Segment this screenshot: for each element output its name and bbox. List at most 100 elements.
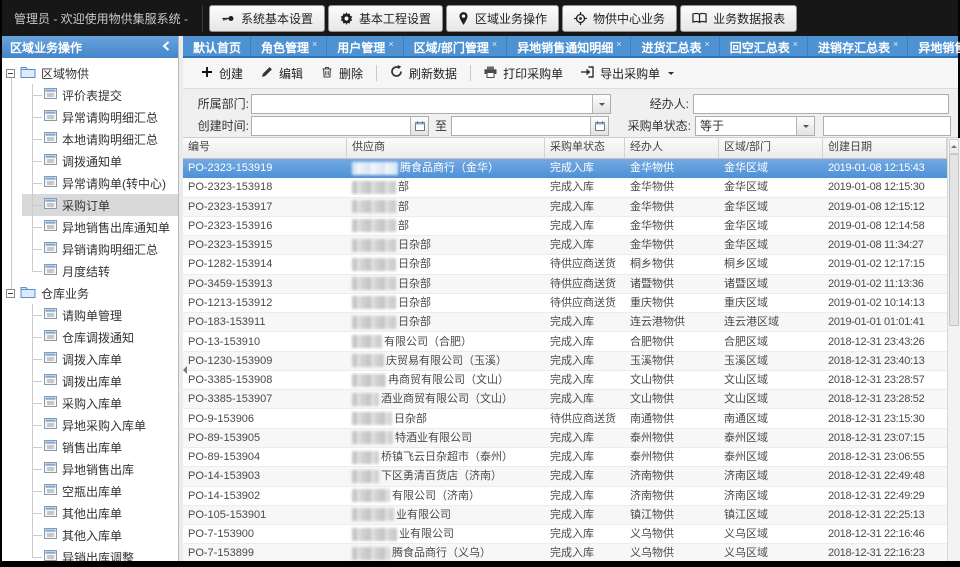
vertical-scrollbar[interactable] [947, 138, 960, 561]
sidebar-item[interactable]: 仓库调拨通知 [2, 326, 178, 348]
calendar-icon[interactable] [590, 117, 608, 135]
sidebar-item[interactable]: 销售出库单 [2, 436, 178, 458]
table-row[interactable]: PO-183-153911 日杂部 完成入库 连云港物供 连云港区域 2019-… [183, 313, 947, 332]
table-row[interactable]: PO-1230-153909 庆贸易有限公司（玉溪） 完成入库 玉溪物供 玉溪区… [183, 352, 947, 371]
tab[interactable]: 区域/部门管理 × [404, 36, 508, 56]
table-row[interactable]: PO-89-153904 桥镇飞云日杂超市（泰州） 完成入库 泰州物供 泰州区域… [183, 448, 947, 467]
table-row[interactable]: PO-7-153899 腾食品商行（义乌） 完成入库 义乌物供 义乌区域 201… [183, 544, 947, 561]
tab[interactable]: 回空汇总表 × [720, 36, 808, 56]
sidebar-item[interactable]: 异常请购单(转中心) [2, 172, 178, 194]
sidebar-item[interactable]: 调拨出库单 [2, 370, 178, 392]
chevron-left-icon[interactable] [162, 40, 170, 54]
print-po-button[interactable]: 打印采购单 [475, 61, 572, 85]
sidebar-item[interactable]: 异地采购入库单 [2, 414, 178, 436]
refresh-button[interactable]: 刷新数据 [381, 61, 466, 85]
tab-close-icon[interactable]: × [893, 39, 898, 49]
scrollbar-thumb[interactable] [949, 154, 959, 326]
tab-close-icon[interactable]: × [616, 39, 621, 49]
status-value-input[interactable] [824, 117, 950, 135]
table-row[interactable]: PO-1282-153914 日杂部 待供应商送货 桐乡物供 桐乡区域 2019… [183, 255, 947, 274]
dropdown-arrow-icon[interactable] [592, 95, 610, 113]
system-basic-settings-button[interactable]: 系统基本设置 [209, 5, 325, 32]
sidebar-item[interactable]: 评价表提交 [2, 84, 178, 106]
tab-close-icon[interactable]: × [492, 39, 497, 49]
operator-field[interactable] [693, 94, 949, 114]
scroll-up-icon[interactable] [949, 139, 959, 154]
tab[interactable]: 进货汇总表 × [631, 36, 719, 56]
column-header[interactable]: 供应商 [347, 138, 545, 158]
sidebar-item[interactable]: 空瓶出库单 [2, 480, 178, 502]
sidebar-item[interactable]: 本地请购明细汇总 [2, 128, 178, 150]
collapse-minus-icon[interactable] [6, 289, 15, 298]
sidebar-item[interactable]: 其他出库单 [2, 502, 178, 524]
table-row[interactable]: PO-14-153903 下区勇清百货店（济南） 完成入库 济南物供 济南区域 … [183, 467, 947, 486]
table-row[interactable]: PO-9-153906 日杂部 待供应商送货 南通物供 南通区域 2018-12… [183, 409, 947, 428]
dropdown-arrow-icon[interactable] [796, 117, 814, 135]
table-row[interactable]: PO-7-153900 业有限公司 完成入库 义乌物供 义乌区域 2018-12… [183, 525, 947, 544]
basic-project-settings-button[interactable]: 基本工程设置 [328, 5, 443, 32]
table-row[interactable]: PO-2323-153915 日杂部 完成入库 金华物供 金华区域 2019-0… [183, 236, 947, 255]
status-value-field[interactable] [823, 116, 951, 136]
sidebar-item[interactable]: 异常请购明细汇总 [2, 106, 178, 128]
business-data-report-button[interactable]: 业务数据报表 [680, 5, 797, 32]
sidebar-item[interactable]: 月度结转 [2, 260, 178, 282]
column-header[interactable]: 创建日期 [823, 138, 947, 158]
table-row[interactable]: PO-3385-153908 冉商贸有限公司（文山） 完成入库 文山物供 文山区… [183, 371, 947, 390]
date-from-field[interactable] [251, 116, 429, 136]
tab[interactable]: 角色管理 × [251, 36, 327, 56]
column-header[interactable]: 编号 [183, 138, 347, 158]
tree-group-row[interactable]: 仓库业务 [2, 282, 178, 304]
sidebar-header[interactable]: 区域业务操作 [2, 36, 178, 58]
tab[interactable]: 异地销售调整明细 × [908, 36, 960, 56]
delete-button[interactable]: 删除 [312, 61, 372, 85]
collapse-arrow-icon[interactable] [179, 366, 187, 374]
table-row[interactable]: PO-105-153901 业有限公司 完成入库 镇江物供 镇江区域 2018-… [183, 506, 947, 525]
table-row[interactable]: PO-2323-153916 部 完成入库 金华物供 金华区域 2019-01-… [183, 217, 947, 236]
tab-close-icon[interactable]: × [704, 39, 709, 49]
tab-close-icon[interactable]: × [793, 39, 798, 49]
table-row[interactable]: PO-14-153902 有限公司（济南） 完成入库 济南物供 济南区域 201… [183, 487, 947, 506]
date-to-field[interactable] [451, 116, 609, 136]
operator-input[interactable] [694, 95, 948, 113]
table-row[interactable]: PO-89-153905 特酒业有限公司 完成入库 泰州物供 泰州区域 2018… [183, 429, 947, 448]
table-row[interactable]: PO-13-153910 有限公司（合肥） 完成入库 合肥物供 合肥区域 201… [183, 332, 947, 351]
sidebar-item[interactable]: 异地销售出库通知单 [2, 216, 178, 238]
department-input[interactable] [252, 95, 592, 113]
sidebar-item[interactable]: 调拨入库单 [2, 348, 178, 370]
sidebar-item[interactable]: 采购入库单 [2, 392, 178, 414]
tab[interactable]: 异地销售通知明细 × [507, 36, 631, 56]
table-row[interactable]: PO-2323-153917 部 完成入库 金华物供 金华区域 2019-01-… [183, 198, 947, 217]
tree-group-row[interactable]: 区域物供 [2, 62, 178, 84]
calendar-icon[interactable] [410, 117, 428, 135]
sidebar-item[interactable]: 请购单管理 [2, 304, 178, 326]
sidebar-item[interactable]: 其他入库单 [2, 524, 178, 546]
column-header[interactable]: 经办人 [625, 138, 719, 158]
table-row[interactable]: PO-3385-153907 酒业商贸有限公司（文山） 完成入库 文山物供 文山… [183, 390, 947, 409]
sidebar-item[interactable]: 调拨通知单 [2, 150, 178, 172]
date-to-input[interactable] [452, 117, 590, 135]
export-po-button[interactable]: 导出采购单 [572, 61, 683, 85]
department-combobox[interactable] [251, 94, 611, 114]
sidebar-item[interactable]: 异销请购明细汇总 [2, 238, 178, 260]
status-operator-select[interactable]: 等于 [695, 116, 815, 136]
date-from-input[interactable] [252, 117, 410, 135]
table-row[interactable]: PO-3459-153913 日杂部 待供应商送货 诸暨物供 诸暨区域 2019… [183, 275, 947, 294]
table-row[interactable]: PO-1213-153912 日杂部 待供应商送货 重庆物供 重庆区域 2019… [183, 294, 947, 313]
tab[interactable]: 用户管理 × [327, 36, 403, 56]
edit-button[interactable]: 编辑 [252, 61, 312, 85]
column-header[interactable]: 区域/部门 [719, 138, 823, 158]
table-row[interactable]: PO-2323-153919 腾食品商行（金华） 完成入库 金华物供 金华区域 … [183, 159, 947, 178]
sidebar-item[interactable]: 采购订单 [2, 194, 178, 216]
tab[interactable]: 默认首页 [183, 36, 251, 56]
sidebar-item[interactable]: 异销出库调整 [2, 546, 178, 561]
create-button[interactable]: 创建 [192, 61, 252, 85]
table-row[interactable]: PO-2323-153918 部 完成入库 金华物供 金华区域 2019-01-… [183, 178, 947, 197]
sidebar-item[interactable]: 异地销售出库 [2, 458, 178, 480]
collapse-minus-icon[interactable] [6, 69, 15, 78]
tab[interactable]: 进销存汇总表 × [808, 36, 908, 56]
column-header[interactable]: 采购单状态 [545, 138, 625, 158]
tab-close-icon[interactable]: × [388, 39, 393, 49]
tab-close-icon[interactable]: × [312, 39, 317, 49]
regional-business-button[interactable]: 区域业务操作 [446, 5, 559, 32]
supply-center-business-button[interactable]: 物供中心业务 [562, 5, 677, 32]
